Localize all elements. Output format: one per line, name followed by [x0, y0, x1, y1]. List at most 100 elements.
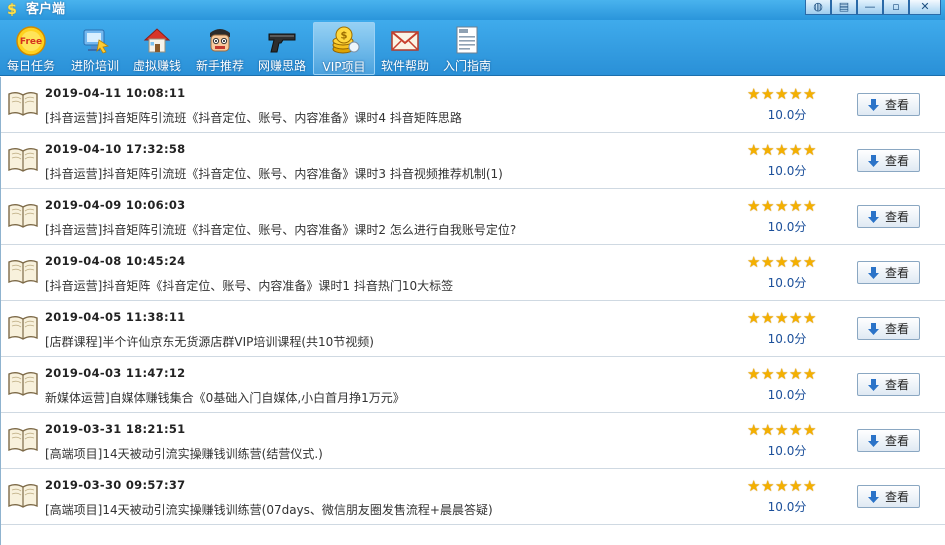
free-badge-text: Free [20, 37, 42, 47]
list-item[interactable]: 2019-04-03 11:47:12 新媒体运营]自媒体赚钱集合《0基础入门自… [1, 357, 945, 413]
star-icon: ★ [803, 477, 817, 495]
menu-icon[interactable]: ▤ [831, 0, 857, 15]
rating-stars: ★ ★ ★ ★ ★ [747, 85, 817, 103]
item-title[interactable]: [抖音运营]抖音矩阵引流班《抖音定位、账号、内容准备》课时3 抖音视频推荐机制(… [45, 165, 503, 182]
training-monitor-icon [83, 29, 110, 54]
item-date: 2019-04-09 10:06:03 [45, 198, 186, 212]
star-icon: ★ [775, 365, 789, 383]
item-title[interactable]: 新媒体运营]自媒体赚钱集合《0基础入门自媒体,小白首月挣1万元》 [45, 389, 405, 406]
item-date: 2019-03-30 09:57:37 [45, 478, 186, 492]
view-button[interactable]: 查看 [857, 93, 920, 116]
star-icon: ★ [803, 85, 817, 103]
item-score: 10.0分 [767, 276, 807, 290]
book-icon [8, 92, 38, 116]
download-arrow-icon [868, 211, 879, 223]
tool-newbie-recommend[interactable]: 新手推荐 [189, 22, 251, 75]
item-score: 10.0分 [767, 332, 807, 346]
star-icon: ★ [789, 253, 803, 271]
star-icon: ★ [803, 421, 817, 439]
rating-stars: ★ ★ ★ ★ ★ [747, 365, 817, 383]
item-score: 10.0分 [767, 444, 807, 458]
star-icon: ★ [775, 477, 789, 495]
item-title[interactable]: [店群课程]半个许仙京东无货源店群VIP培训课程(共10节视频) [45, 333, 374, 350]
view-button[interactable]: 查看 [857, 261, 920, 284]
rating-stars: ★ ★ ★ ★ ★ [747, 309, 817, 327]
download-arrow-icon [868, 323, 879, 335]
tool-label: 网赚思路 [257, 59, 306, 73]
tool-label: 每日任务 [6, 59, 55, 73]
list-item[interactable]: 2019-03-31 18:21:51 [高端项目]14天被动引流实操赚钱训练营… [1, 413, 945, 469]
tool-software-help[interactable]: 软件帮助 [374, 22, 436, 75]
svg-text:$: $ [341, 31, 348, 42]
view-button[interactable]: 查看 [857, 317, 920, 340]
view-button[interactable]: 查看 [857, 205, 920, 228]
item-title[interactable]: [高端项目]14天被动引流实操赚钱训练营(07days、微信朋友圈发售流程+晨晨… [45, 501, 493, 518]
book-icon [8, 148, 38, 172]
download-arrow-icon [868, 155, 879, 167]
item-score: 10.0分 [767, 388, 807, 402]
tool-label: 虚拟赚钱 [132, 59, 181, 73]
item-score: 10.0分 [767, 164, 807, 178]
list-item[interactable]: 2019-04-05 11:38:11 [店群课程]半个许仙京东无货源店群VIP… [1, 301, 945, 357]
star-icon: ★ [803, 309, 817, 327]
item-date: 2019-04-10 17:32:58 [45, 142, 186, 156]
book-icon [8, 260, 38, 284]
view-button-label: 查看 [885, 434, 910, 448]
star-icon: ★ [775, 141, 789, 159]
view-button[interactable]: 查看 [857, 373, 920, 396]
view-button[interactable]: 查看 [857, 149, 920, 172]
close-icon[interactable]: ✕ [909, 0, 941, 15]
list-item[interactable]: 2019-04-09 10:06:03 [抖音运营]抖音矩阵引流班《抖音定位、账… [1, 189, 945, 245]
star-icon: ★ [789, 309, 803, 327]
star-icon: ★ [747, 309, 761, 327]
star-icon: ★ [803, 141, 817, 159]
rating-stars: ★ ★ ★ ★ ★ [747, 477, 817, 495]
item-date: 2019-04-03 11:47:12 [45, 366, 186, 380]
star-icon: ★ [761, 477, 775, 495]
tool-vip-project[interactable]: $ VIP项目 [313, 22, 375, 75]
item-title[interactable]: [抖音运营]抖音矩阵引流班《抖音定位、账号、内容准备》课时2 怎么进行自我账号定… [45, 221, 516, 238]
item-date: 2019-04-08 10:45:24 [45, 254, 186, 268]
list-item[interactable]: 2019-04-10 17:32:58 [抖音运营]抖音矩阵引流班《抖音定位、账… [1, 133, 945, 189]
item-score: 10.0分 [767, 220, 807, 234]
tool-label: 软件帮助 [380, 59, 429, 73]
item-title[interactable]: [抖音运营]抖音矩阵引流班《抖音定位、账号、内容准备》课时4 抖音矩阵思路 [45, 109, 462, 126]
view-button-label: 查看 [885, 154, 910, 168]
title-bar[interactable]: $ 客户端 ◍ ▤ — ▫ ✕ [0, 0, 945, 20]
tool-daily-task[interactable]: Free 每日任务 [0, 22, 62, 75]
list-item[interactable]: 2019-04-11 10:08:11 [抖音运营]抖音矩阵引流班《抖音定位、账… [1, 77, 945, 133]
item-title[interactable]: [高端项目]14天被动引流实操赚钱训练营(结营仪式.) [45, 445, 323, 462]
list-item[interactable]: 2019-04-08 10:45:24 [抖音运营]抖音矩阵《抖音定位、账号、内… [1, 245, 945, 301]
tool-label: 入门指南 [442, 59, 491, 73]
star-icon: ★ [747, 141, 761, 159]
list-item[interactable]: 2019-03-30 09:57:37 [高端项目]14天被动引流实操赚钱训练营… [1, 469, 945, 525]
minimize-icon[interactable]: — [857, 0, 883, 15]
skin-icon[interactable]: ◍ [805, 0, 831, 15]
view-button[interactable]: 查看 [857, 429, 920, 452]
tool-earn-ideas[interactable]: 网赚思路 [251, 22, 313, 75]
maximize-icon[interactable]: ▫ [883, 0, 909, 15]
star-icon: ★ [747, 421, 761, 439]
download-arrow-icon [868, 491, 879, 503]
star-icon: ★ [803, 253, 817, 271]
tool-advanced-training[interactable]: 进阶培训 [64, 22, 126, 75]
view-button[interactable]: 查看 [857, 485, 920, 508]
tool-getting-started[interactable]: 入门指南 [436, 22, 498, 75]
star-icon: ★ [761, 421, 775, 439]
tool-virtual-earn[interactable]: 虚拟赚钱 [126, 22, 188, 75]
free-badge-icon: Free [16, 26, 46, 56]
download-arrow-icon [868, 435, 879, 447]
window-title: 客户端 [26, 2, 66, 17]
star-icon: ★ [761, 85, 775, 103]
book-icon [8, 204, 38, 228]
item-date: 2019-04-05 11:38:11 [45, 310, 186, 324]
window-controls: ◍ ▤ — ▫ ✕ [805, 0, 941, 16]
star-icon: ★ [789, 85, 803, 103]
star-icon: ★ [761, 197, 775, 215]
book-icon [8, 484, 38, 508]
item-title[interactable]: [抖音运营]抖音矩阵《抖音定位、账号、内容准备》课时1 抖音热门10大标签 [45, 277, 453, 294]
star-icon: ★ [789, 477, 803, 495]
rating-stars: ★ ★ ★ ★ ★ [747, 253, 817, 271]
dollar-app-icon: $ [7, 2, 17, 18]
rating-stars: ★ ★ ★ ★ ★ [747, 141, 817, 159]
